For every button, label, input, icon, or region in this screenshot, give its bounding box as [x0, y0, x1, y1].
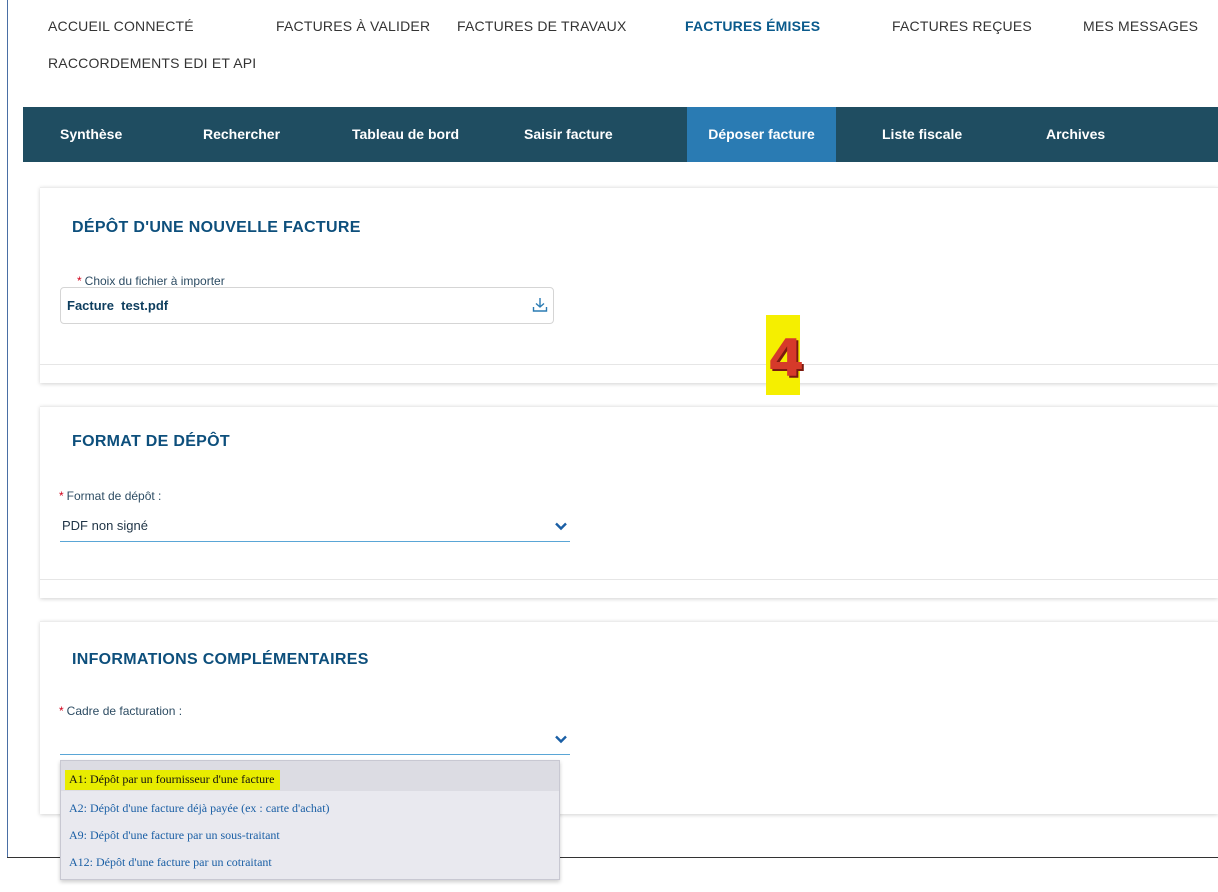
format-section-title: Format de dépôt — [72, 433, 230, 450]
card-divider — [40, 364, 1218, 365]
top-nav-factures-de-travaux[interactable]: Factures de travaux — [457, 18, 627, 34]
top-nav-factures-emises[interactable]: Factures émises — [685, 18, 820, 34]
tab-archives[interactable]: Archives — [1046, 107, 1105, 162]
tab-tableau-de-bord[interactable]: Tableau de bord — [352, 107, 459, 162]
frame-border-left — [7, 0, 8, 858]
download-icon[interactable] — [531, 296, 549, 314]
dropdown-option-a9[interactable]: A9: Dépôt d'une facture par un sous-trai… — [69, 828, 280, 843]
cadre-field-label: * Cadre de facturation : — [59, 704, 182, 718]
tab-saisir-facture[interactable]: Saisir facture — [524, 107, 613, 162]
cadre-dropdown-list: A1: Dépôt par un fournisseur d'une factu… — [60, 760, 560, 880]
top-nav-factures-a-valider[interactable]: Factures à valider — [276, 18, 430, 34]
chevron-down-icon[interactable] — [554, 519, 568, 533]
format-card: Format de dépôt * Format de dépôt : PDF n… — [40, 406, 1218, 598]
tab-deposer-facture[interactable]: Déposer facture — [687, 107, 836, 162]
upload-section-title: Dépôt d'une nouvelle facture — [72, 219, 361, 236]
file-input-value: Facture test.pdf — [67, 298, 169, 313]
sub-navigation: Synthèse Rechercher Tableau de bord Sais… — [23, 107, 1218, 162]
dropdown-option-a1[interactable]: A1: Dépôt par un fournisseur d'une factu… — [65, 770, 281, 790]
info-section-title: Informations complémentaires — [72, 651, 369, 668]
format-field-label: * Format de dépôt : — [59, 489, 161, 503]
top-nav-factures-recues[interactable]: Factures reçues — [892, 18, 1032, 34]
tab-rechercher[interactable]: Rechercher — [203, 107, 280, 162]
upload-card: Dépôt d'une nouvelle facture * Choix du f… — [40, 187, 1218, 383]
file-field-label: * Choix du fichier à importer — [77, 274, 225, 288]
format-select[interactable]: PDF non signé — [60, 516, 570, 542]
dropdown-option-a12[interactable]: A12: Dépôt d'une facture par un cotraita… — [69, 855, 272, 870]
cadre-field-label-text: Cadre de facturation : — [66, 704, 183, 718]
file-input[interactable]: Facture test.pdf — [60, 287, 554, 324]
cadre-select[interactable] — [60, 729, 570, 755]
step-marker-number: 4 — [768, 329, 805, 389]
step-marker: 4 — [766, 315, 804, 395]
top-nav-accueil[interactable]: Accueil connecté — [48, 18, 194, 34]
tab-synthese[interactable]: Synthèse — [60, 107, 122, 162]
card-divider — [40, 579, 1218, 580]
tab-liste-fiscale[interactable]: Liste fiscale — [882, 107, 962, 162]
top-nav-raccordements[interactable]: Raccordements EDI et API — [48, 55, 256, 71]
format-select-value: PDF non signé — [62, 518, 148, 533]
required-marker: * — [59, 704, 64, 718]
format-field-label-text: Format de dépôt : — [66, 489, 162, 503]
required-marker: * — [59, 489, 64, 503]
required-marker: * — [77, 274, 82, 288]
file-field-label-text: Choix du fichier à importer — [84, 274, 225, 288]
chevron-down-icon[interactable] — [554, 732, 568, 746]
top-nav-mes-messages[interactable]: Mes messages — [1083, 18, 1198, 34]
dropdown-option-a2[interactable]: A2: Dépôt d'une facture déjà payée (ex :… — [69, 801, 330, 816]
